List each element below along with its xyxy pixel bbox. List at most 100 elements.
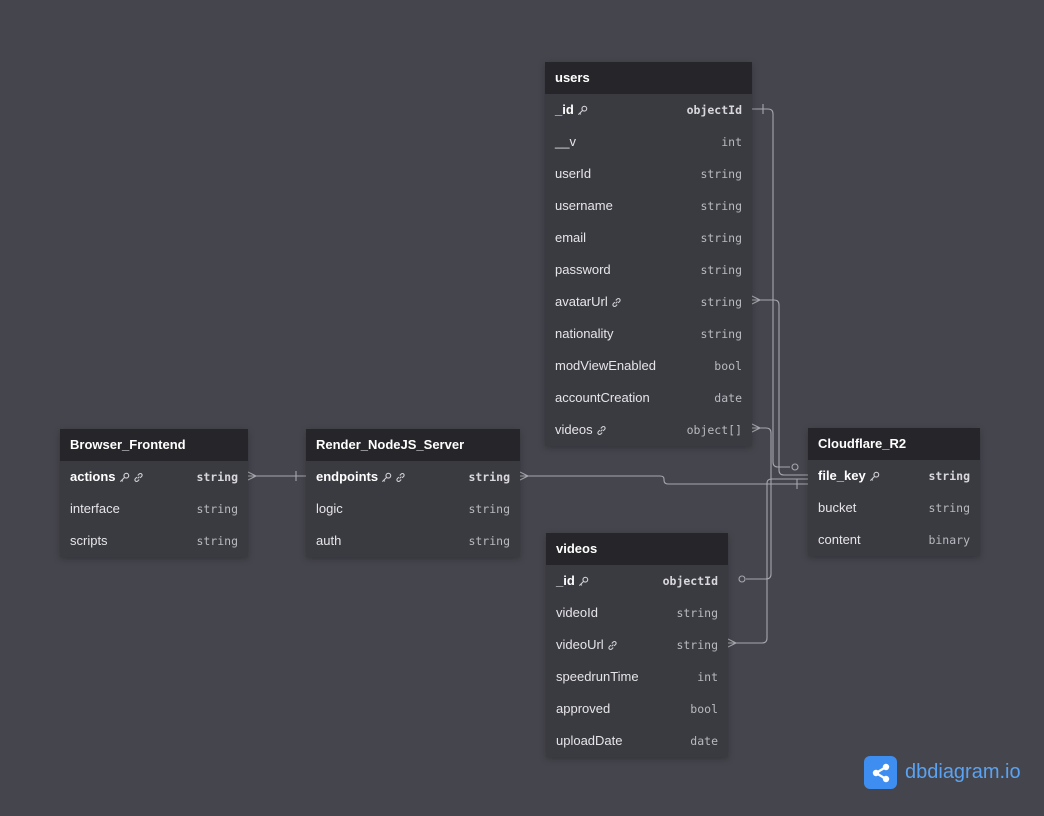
share-icon — [864, 756, 897, 789]
field-type: objectId — [662, 574, 718, 588]
field-name: videoId — [556, 597, 598, 629]
relation-videos-videourl-r2[interactable] — [727, 478, 808, 648]
relation-users-id[interactable] — [752, 104, 799, 471]
field-row[interactable]: actions string — [60, 461, 248, 493]
field-name-label: interface — [70, 501, 120, 516]
key-icon — [577, 105, 588, 116]
field-name-label: speedrunTime — [556, 669, 639, 684]
relation-users-videos-videos-id[interactable] — [738, 423, 772, 583]
field-row[interactable]: speedrunTime int — [546, 661, 728, 693]
field-name: file_key — [818, 460, 880, 492]
field-row[interactable]: accountCreation date — [545, 382, 752, 414]
table-header[interactable]: users — [545, 62, 752, 94]
field-row[interactable]: file_key string — [808, 460, 980, 492]
table-browser-frontend[interactable]: Browser_Frontend actions string interface s… — [60, 429, 248, 557]
field-name: scripts — [70, 525, 108, 557]
field-row[interactable]: uploadDate date — [546, 725, 728, 757]
field-row[interactable]: endpoints string — [306, 461, 520, 493]
link-icon — [607, 640, 618, 651]
field-name: __v — [555, 126, 576, 158]
field-type: date — [714, 391, 742, 405]
table-fields: _id objectId videoId string videoUrl string sp… — [546, 565, 728, 757]
table-header[interactable]: videos — [546, 533, 728, 565]
field-name-label: __v — [555, 134, 576, 149]
field-name-label: accountCreation — [555, 390, 650, 405]
field-row[interactable]: nationality string — [545, 318, 752, 350]
field-type: string — [468, 470, 510, 484]
key-icon — [869, 471, 880, 482]
field-name: bucket — [818, 492, 856, 524]
field-name-label: avatarUrl — [555, 294, 608, 309]
field-row[interactable]: email string — [545, 222, 752, 254]
field-name: interface — [70, 493, 120, 525]
table-users[interactable]: users _id objectId __v int userId string usern… — [545, 62, 752, 446]
field-name-label: videoId — [556, 605, 598, 620]
table-render-nodejs-server[interactable]: Render_NodeJS_Server endpoints string logi… — [306, 429, 520, 557]
dbdiagram-logo[interactable]: dbdiagram.io — [864, 756, 1021, 789]
field-row[interactable]: auth string — [306, 525, 520, 557]
field-type: int — [697, 670, 718, 684]
field-row[interactable]: videos object[] — [545, 414, 752, 446]
table-cloudflare-r2[interactable]: Cloudflare_R2 file_key string bucket string… — [808, 428, 980, 556]
field-name: nationality — [555, 318, 614, 350]
table-videos[interactable]: videos _id objectId videoId string videoUrl s… — [546, 533, 728, 757]
field-row[interactable]: username string — [545, 190, 752, 222]
key-icon — [381, 472, 392, 483]
field-name-label: email — [555, 230, 587, 245]
field-row[interactable]: avatarUrl string — [545, 286, 752, 318]
relation-server-r2[interactable] — [519, 471, 808, 489]
field-type: string — [676, 606, 718, 620]
field-type: date — [690, 734, 718, 748]
field-type: string — [676, 638, 718, 652]
relation-users-avatarurl-r2[interactable] — [751, 295, 808, 476]
table-fields: _id objectId __v int userId string username str… — [545, 94, 752, 446]
key-icon — [578, 576, 589, 587]
field-name-label: userId — [555, 166, 592, 181]
field-type: string — [700, 231, 742, 245]
field-name-label: _id — [555, 102, 574, 117]
field-row[interactable]: _id objectId — [545, 94, 752, 126]
field-row[interactable]: password string — [545, 254, 752, 286]
field-name: avatarUrl — [555, 286, 622, 318]
field-name: approved — [556, 693, 610, 725]
field-row[interactable]: videoUrl string — [546, 629, 728, 661]
field-name-label: endpoints — [316, 469, 379, 484]
table-header[interactable]: Cloudflare_R2 — [808, 428, 980, 460]
table-header[interactable]: Browser_Frontend — [60, 429, 248, 461]
relation-frontend-server[interactable] — [247, 471, 306, 481]
table-header[interactable]: Render_NodeJS_Server — [306, 429, 520, 461]
field-name-label: logic — [316, 501, 343, 516]
field-row[interactable]: bucket string — [808, 492, 980, 524]
link-icon — [596, 425, 607, 436]
field-row[interactable]: content binary — [808, 524, 980, 556]
field-name-label: file_key — [818, 468, 866, 483]
field-type: string — [700, 199, 742, 213]
field-type: bool — [714, 359, 742, 373]
link-icon — [395, 472, 406, 483]
field-row[interactable]: scripts string — [60, 525, 248, 557]
field-row[interactable]: _id objectId — [546, 565, 728, 597]
field-name: endpoints — [316, 461, 406, 493]
field-type: objectId — [686, 103, 742, 117]
field-name-label: _id — [556, 573, 575, 588]
field-row[interactable]: userId string — [545, 158, 752, 190]
field-row[interactable]: videoId string — [546, 597, 728, 629]
field-type: string — [928, 469, 970, 483]
field-row[interactable]: approved bool — [546, 693, 728, 725]
table-fields: endpoints string logic string auth string — [306, 461, 520, 557]
field-row[interactable]: modViewEnabled bool — [545, 350, 752, 382]
field-row[interactable]: __v int — [545, 126, 752, 158]
field-name: password — [555, 254, 611, 286]
key-icon — [119, 472, 130, 483]
field-name-label: scripts — [70, 533, 108, 548]
field-type: string — [700, 263, 742, 277]
diagram-canvas[interactable]: users _id objectId __v int userId string usern… — [0, 0, 1044, 816]
field-name-label: videoUrl — [556, 637, 604, 652]
field-row[interactable]: logic string — [306, 493, 520, 525]
field-name-label: content — [818, 532, 861, 547]
field-name: auth — [316, 525, 341, 557]
field-name-label: videos — [555, 422, 593, 437]
field-name: videos — [555, 414, 607, 446]
field-name: uploadDate — [556, 725, 623, 757]
field-row[interactable]: interface string — [60, 493, 248, 525]
